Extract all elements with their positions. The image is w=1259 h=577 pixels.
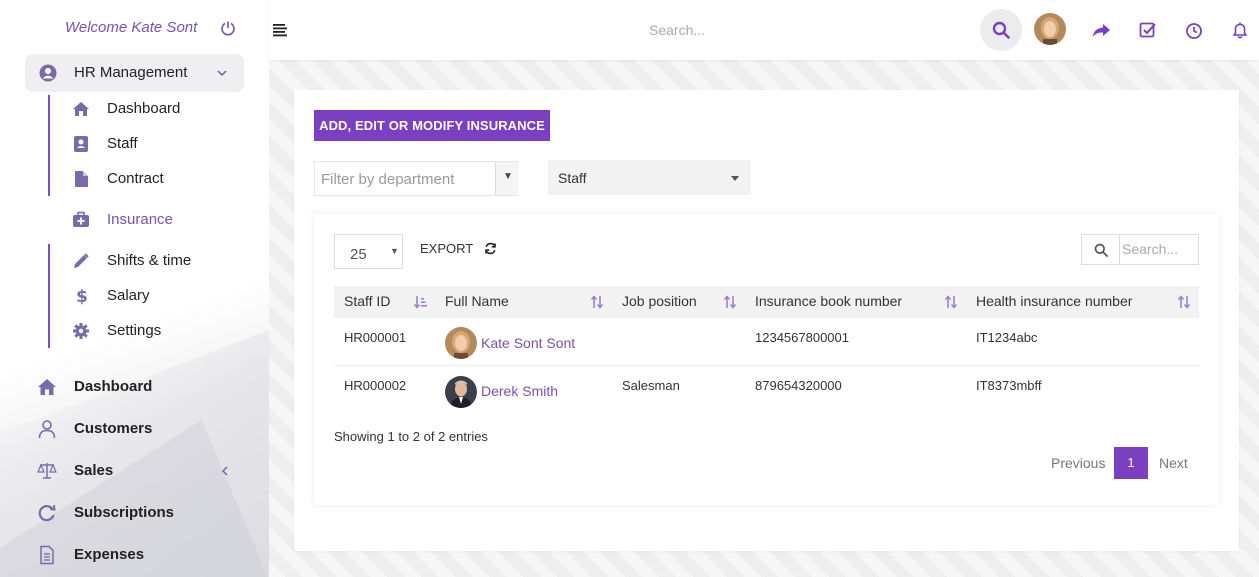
- submenu-line: [48, 244, 50, 348]
- department-filter[interactable]: Filter by department ▼: [314, 161, 518, 196]
- department-filter-toggle[interactable]: ▼: [495, 162, 518, 195]
- sidebar-item-settings[interactable]: Settings: [72, 319, 161, 343]
- column-header-health-insurance[interactable]: Health insurance number: [976, 293, 1132, 309]
- table-header: Staff ID Full Name Job position Insuranc…: [334, 286, 1199, 318]
- sort-icon[interactable]: [944, 295, 958, 309]
- cell-health-insurance: IT1234abc: [976, 330, 1038, 345]
- sidebar-item-label: Salary: [107, 287, 150, 304]
- staff-avatar[interactable]: [445, 376, 477, 408]
- search-icon: [1094, 243, 1108, 257]
- search-button[interactable]: [980, 9, 1022, 51]
- table-info: Showing 1 to 2 of 2 entries: [334, 429, 488, 444]
- home-icon: [38, 379, 56, 395]
- caret-down-icon: ▼: [503, 171, 513, 182]
- column-header-insurance-book[interactable]: Insurance book number: [755, 293, 902, 309]
- column-header-staff-id[interactable]: Staff ID: [344, 293, 390, 309]
- caret-down-icon: ▼: [390, 246, 399, 256]
- file-icon: [75, 171, 88, 187]
- pencil-icon: [74, 253, 89, 268]
- staff-select[interactable]: Staff: [548, 160, 751, 195]
- tasks-icon[interactable]: [1138, 20, 1158, 40]
- column-header-job-position[interactable]: Job position: [622, 293, 697, 309]
- contact-book-icon: [74, 136, 88, 152]
- sidebar-item-label: Subscriptions: [74, 504, 175, 521]
- sort-icon[interactable]: [590, 295, 604, 309]
- hr-management-menu[interactable]: HR Management: [25, 54, 244, 92]
- sidebar-item-contract[interactable]: Contract: [72, 167, 164, 191]
- sidebar-item-staff[interactable]: Staff: [72, 132, 138, 156]
- sidebar-item-insurance[interactable]: Insurance: [72, 208, 173, 232]
- page-length-select[interactable]: 25 ▼: [334, 234, 403, 269]
- staff-name-link[interactable]: Kate Sont Sont: [481, 335, 575, 351]
- table-search-button[interactable]: [1082, 235, 1120, 264]
- menu-toggle-icon[interactable]: [273, 23, 289, 37]
- staff-select-value: Staff: [558, 170, 587, 186]
- svg-text:$: $: [76, 287, 88, 305]
- sidebar: Welcome Kate Sont HR Management Dashboar…: [0, 0, 269, 577]
- power-icon[interactable]: [220, 20, 236, 36]
- gear-icon: [73, 323, 89, 339]
- sidebar-item-label: Dashboard: [74, 378, 153, 395]
- cell-health-insurance: IT8373mbff: [976, 378, 1042, 393]
- cell-job-position: Salesman: [622, 378, 680, 393]
- welcome-text: Welcome Kate Sont: [65, 19, 198, 36]
- user-avatar[interactable]: [1034, 13, 1066, 45]
- pagination-next[interactable]: Next: [1159, 455, 1188, 471]
- sidebar-item-shifts[interactable]: Shifts & time: [72, 249, 191, 273]
- sidebar-item-salary[interactable]: $ Salary: [72, 284, 150, 308]
- table-search: [1081, 234, 1199, 265]
- user-icon: [38, 420, 56, 439]
- document-icon: [40, 545, 54, 565]
- cell-insurance-book: 879654320000: [755, 378, 842, 393]
- cell-insurance-book: 1234567800001: [755, 330, 849, 345]
- row-divider: [334, 365, 1199, 366]
- staff-avatar[interactable]: [445, 327, 477, 359]
- sidebar-item-label: Contract: [107, 170, 164, 187]
- refresh-icon[interactable]: [484, 242, 497, 255]
- search-icon: [992, 21, 1010, 39]
- user-circle-icon: [39, 64, 57, 82]
- sidebar-item-label: Sales: [74, 462, 114, 479]
- caret-down-icon: [731, 176, 739, 181]
- pagination-page-1[interactable]: 1: [1114, 447, 1148, 479]
- sidebar-item-label: Dashboard: [107, 100, 181, 117]
- bell-icon[interactable]: [1230, 20, 1250, 40]
- submenu-line: [48, 95, 50, 196]
- sidebar-item-label: Expenses: [74, 546, 145, 563]
- home-icon: [73, 102, 89, 116]
- chevron-left-icon: [222, 466, 228, 476]
- refresh-icon: [38, 504, 56, 522]
- column-header-full-name[interactable]: Full Name: [445, 293, 509, 309]
- staff-name-link[interactable]: Derek Smith: [481, 383, 558, 399]
- topbar: [269, 0, 1259, 60]
- table-search-input[interactable]: [1122, 238, 1194, 260]
- sidebar-item-label: Settings: [107, 322, 162, 339]
- global-search-input[interactable]: [649, 18, 929, 42]
- department-filter-placeholder: Filter by department: [321, 171, 455, 188]
- sidebar-item-label: Shifts & time: [107, 252, 192, 269]
- sidebar-item-label: Customers: [74, 420, 153, 437]
- pagination-previous[interactable]: Previous: [1051, 455, 1105, 471]
- sidebar-item-dashboard[interactable]: Dashboard: [72, 97, 180, 121]
- page-length-value: 25: [350, 246, 367, 263]
- add-insurance-button[interactable]: ADD, EDIT OR MODIFY INSURANCE: [314, 110, 550, 141]
- sort-asc-icon[interactable]: [414, 295, 428, 309]
- chevron-down-icon: [217, 70, 227, 77]
- hr-management-label: HR Management: [74, 64, 188, 81]
- sort-icon[interactable]: [723, 295, 737, 309]
- clock-icon[interactable]: [1184, 20, 1204, 40]
- dollar-icon: $: [76, 287, 88, 305]
- balance-scale-icon: [37, 463, 57, 479]
- sidebar-item-label: Staff: [107, 135, 138, 152]
- medkit-icon: [73, 211, 89, 227]
- sort-icon[interactable]: [1177, 295, 1191, 309]
- share-icon[interactable]: [1091, 20, 1111, 40]
- export-button[interactable]: EXPORT: [420, 241, 473, 256]
- cell-staff-id: HR000001: [344, 330, 407, 345]
- sidebar-item-label: Insurance: [107, 211, 173, 228]
- cell-staff-id: HR000002: [344, 378, 407, 393]
